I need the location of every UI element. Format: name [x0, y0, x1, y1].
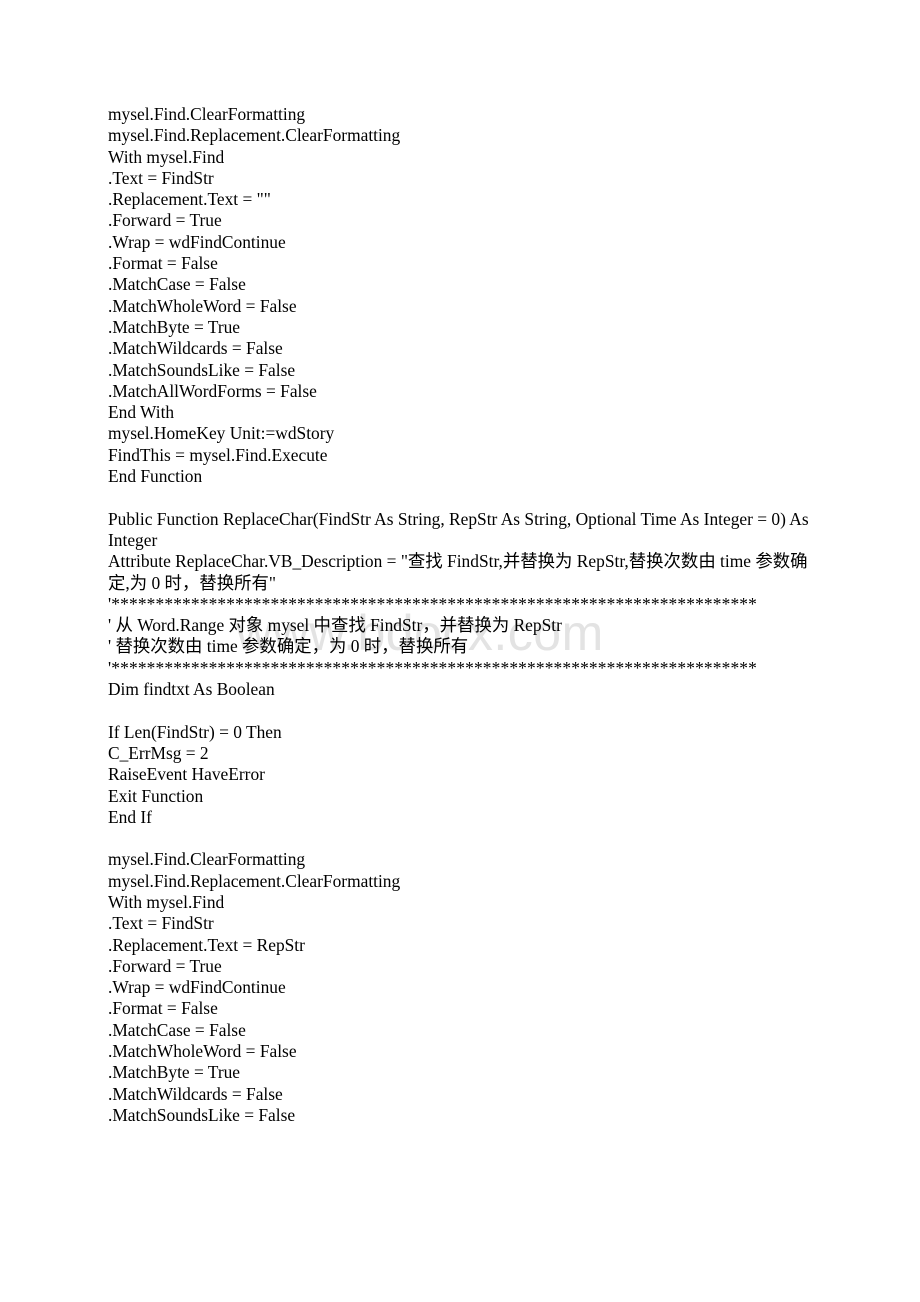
- code-line: With mysel.Find: [108, 146, 225, 167]
- code-line: Public Function ReplaceChar(FindStr As S…: [108, 508, 813, 550]
- code-line: '***************************************…: [108, 657, 757, 678]
- code-line: .Wrap = wdFindContinue: [108, 231, 286, 252]
- code-line: ' 从 Word.Range 对象 mysel 中查找 FindStr，并替换为…: [108, 615, 562, 636]
- code-line: .Forward = True: [108, 955, 222, 976]
- code-line: .MatchByte = True: [108, 316, 241, 337]
- code-line: .Text = FindStr: [108, 913, 214, 934]
- code-line: ' 替换次数由 time 参数确定，为 0 时，替换所有: [108, 636, 469, 657]
- code-line: .Replacement.Text = RepStr: [108, 934, 305, 955]
- code-line: '***************************************…: [108, 593, 757, 614]
- code-line: C_ErrMsg = 2: [108, 742, 209, 763]
- code-line: .MatchSoundsLike = False: [108, 1104, 296, 1125]
- code-line: mysel.Find.ClearFormatting: [108, 104, 306, 124]
- code-line: .MatchWholeWord = False: [108, 1041, 297, 1062]
- code-line: .Text = FindStr: [108, 167, 214, 188]
- code-line: .MatchWildcards = False: [108, 338, 283, 359]
- code-line: mysel.Find.Replacement.ClearFormatting: [108, 870, 401, 891]
- code-line: FindThis = mysel.Find.Execute: [108, 444, 328, 465]
- code-line: .MatchCase = False: [108, 1019, 246, 1040]
- code-line: .Format = False: [108, 998, 218, 1019]
- document-page: www.bdocx.com mysel.Find.ClearFormatting…: [0, 0, 920, 1302]
- code-line: .MatchWholeWord = False: [108, 295, 297, 316]
- code-line: mysel.Find.ClearFormatting: [108, 849, 306, 870]
- code-line: .MatchAllWordForms = False: [108, 380, 317, 401]
- document-text-body: mysel.Find.ClearFormatting mysel.Find.Rep…: [108, 104, 814, 1126]
- code-line: .Wrap = wdFindContinue: [108, 977, 286, 998]
- code-line: Attribute ReplaceChar.VB_Description = "…: [108, 551, 808, 593]
- code-line: End With: [108, 402, 175, 423]
- code-line: .MatchCase = False: [108, 274, 246, 295]
- code-line: mysel.Find.Replacement.ClearFormatting: [108, 125, 401, 146]
- code-line: Dim findtxt As Boolean: [108, 679, 275, 700]
- code-line: .MatchWildcards = False: [108, 1083, 283, 1104]
- code-line: Exit Function: [108, 785, 204, 806]
- code-line: .Format = False: [108, 253, 218, 274]
- code-line: End If: [108, 806, 152, 827]
- code-line: .Forward = True: [108, 210, 222, 231]
- code-line: RaiseEvent HaveError: [108, 764, 265, 785]
- code-line: .Replacement.Text = "": [108, 189, 271, 210]
- code-line: .MatchSoundsLike = False: [108, 359, 296, 380]
- code-line: End Function: [108, 466, 203, 487]
- code-line: If Len(FindStr) = 0 Then: [108, 721, 282, 742]
- code-line: mysel.HomeKey Unit:=wdStory: [108, 423, 335, 444]
- code-line: .MatchByte = True: [108, 1062, 241, 1083]
- code-line: With mysel.Find: [108, 891, 225, 912]
